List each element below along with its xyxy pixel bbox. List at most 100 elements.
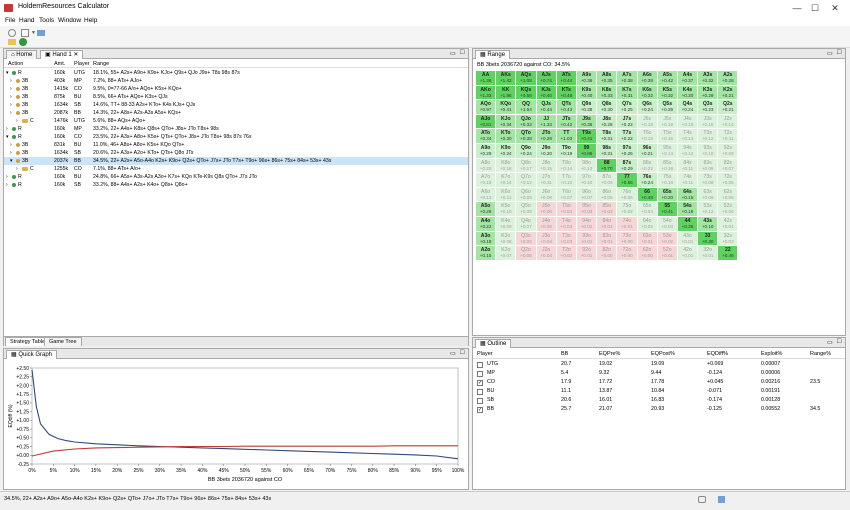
range-cell[interactable]: T8o +0.14 [556, 158, 576, 173]
tab-quick-graph[interactable]: ▦ Quick Graph [6, 350, 58, 359]
range-cell[interactable]: 93o +0.01 [576, 231, 597, 246]
tree-row[interactable]: › 3B 831k BU 11.0%, 46+ A8s+ A8o+ K5s+ KQo Q… [4, 141, 468, 149]
range-cell[interactable]: A9o +0.29 [476, 143, 496, 158]
range-cell[interactable]: 42s +0.04 [718, 216, 738, 231]
range-cell[interactable]: J4s +0.16 [677, 114, 698, 129]
range-cell[interactable]: 73o +0.00 [617, 231, 637, 246]
range-cell[interactable]: KJo +0.34 [496, 114, 516, 129]
notification-icon[interactable] [698, 496, 706, 503]
range-cell[interactable]: K2o +0.07 [496, 246, 516, 260]
range-cell[interactable]: Q9s +0.38 [576, 100, 597, 114]
range-cell[interactable]: A5o +0.26 [476, 202, 496, 216]
range-cell[interactable]: A8o +0.20 [476, 158, 496, 173]
col-bb[interactable]: BB [561, 351, 568, 357]
expand-toggle-icon[interactable]: ▾ [6, 133, 9, 141]
player-checkbox[interactable]: ✓ [477, 406, 483, 413]
close-icon[interactable]: ✕ [828, 2, 842, 14]
range-cell[interactable]: 75s +0.18 [657, 173, 677, 187]
tree-row[interactable]: ▾ R 160k CO 23.5%, 22+ A3s+ A8o+ K5s+ QTs+ Q… [4, 133, 468, 141]
range-cell[interactable]: 75o +0.02 [617, 202, 637, 216]
range-cell[interactable]: T3o +0.03 [556, 231, 576, 246]
range-cell[interactable]: JTs +0.42 [556, 114, 576, 129]
range-cell[interactable]: 82o +0.00 [597, 246, 617, 260]
range-cell[interactable]: QQ +1.64 [516, 100, 536, 114]
open-folder-icon[interactable] [8, 39, 16, 45]
range-cell[interactable]: Q7s +0.25 [617, 100, 637, 114]
range-cell[interactable]: 43o +0.01 [677, 231, 698, 246]
range-cell[interactable]: 94s +0.12 [677, 143, 698, 158]
range-cell[interactable]: Q6s +0.24 [637, 100, 657, 114]
range-cell[interactable]: 62o +0.00 [637, 246, 657, 260]
range-cell[interactable]: 94o +0.02 [576, 216, 597, 231]
expand-toggle-icon[interactable]: › [10, 101, 12, 109]
tree-row[interactable]: ▾ 3B 2037k BB 34.5%, 22+ A2s+ A5o-A4o K2s+ K… [4, 157, 468, 165]
range-cell[interactable]: 86s +0.22 [637, 158, 657, 173]
tree-row[interactable]: ▾ R 160k UTG 18.1%, 55+ A2s+ A9o+ K9s+ KJo+ … [4, 69, 468, 77]
expand-toggle-icon[interactable]: › [6, 125, 8, 133]
expand-toggle-icon[interactable]: › [10, 77, 12, 85]
dropdown-arrow-icon[interactable]: ▼ [31, 30, 36, 36]
range-cell[interactable]: J7s +0.22 [617, 114, 637, 129]
range-cell[interactable]: 93s +0.10 [698, 143, 718, 158]
range-cell[interactable]: 53o +0.02 [657, 231, 677, 246]
range-cell[interactable]: AKo +1.33 [476, 85, 496, 100]
col-eqpre[interactable]: EQPre% [599, 351, 620, 357]
range-cell[interactable]: K8o +0.18 [496, 158, 516, 173]
tree-row[interactable]: › R 160k SB 33.2%, 88+ A4s+ A2s+ K4o+ Q8s+ Q… [4, 181, 468, 189]
range-cell[interactable]: Q5o +0.08 [516, 202, 536, 216]
tree-row[interactable]: › 3B 1415k CO 9.5%, 0=77-66 A/o+ AQo+ K5s+ K… [4, 85, 468, 93]
tab-home[interactable]: ⌂ Home [6, 50, 38, 59]
range-cell[interactable]: AQo +0.97 [476, 100, 496, 114]
range-cell[interactable]: JJ +1.33 [536, 114, 556, 129]
range-cell[interactable]: 54o +0.03 [657, 216, 677, 231]
range-cell[interactable]: KQo +0.41 [496, 100, 516, 114]
range-cell[interactable]: A8s +0.35 [597, 71, 617, 85]
outline-minimize-icon[interactable]: ▭ [827, 339, 833, 346]
range-cell[interactable]: QJo +0.33 [516, 114, 536, 129]
range-cell[interactable]: J3o +0.04 [536, 231, 556, 246]
range-cell[interactable]: 64o +0.02 [637, 216, 657, 231]
minimize-icon[interactable]: — [790, 2, 804, 14]
expand-toggle-icon[interactable]: ▾ [6, 69, 9, 77]
range-cell[interactable]: A3s +0.32 [698, 71, 718, 85]
range-cell[interactable]: QTs +0.43 [556, 100, 576, 114]
range-cell[interactable]: T3s +0.12 [698, 129, 718, 143]
range-cell[interactable]: 44 +0.35 [677, 216, 698, 231]
expand-toggle-icon[interactable]: › [10, 109, 12, 117]
tree-row[interactable]: › 3B 1634k SB 20.6%, 22+ A3s+ A2o+ KTo+ QTs+… [4, 149, 468, 157]
range-cell[interactable]: J8o +0.15 [536, 158, 556, 173]
range-cell[interactable]: 22 +0.46 [718, 246, 738, 260]
range-cell[interactable]: 82s +0.07 [718, 158, 738, 173]
range-cell[interactable]: K5s +0.32 [657, 85, 677, 100]
col-exploit[interactable]: Exploit% [761, 351, 782, 357]
range-cell[interactable]: 76s +0.24 [637, 173, 657, 187]
range-cell[interactable]: Q2s +0.21 [718, 100, 738, 114]
range-cell[interactable]: 54s +0.18 [677, 202, 698, 216]
range-cell[interactable]: K5o +0.10 [496, 202, 516, 216]
range-cell[interactable]: ATs +0.44 [556, 71, 576, 85]
tree-row[interactable]: › 3B 1634k SB 14.6%, TT+ 88-33 A2s+ KTo+ K4s… [4, 101, 468, 109]
range-cell[interactable]: 98s +0.31 [597, 143, 617, 158]
range-cell[interactable]: J5o +0.06 [536, 202, 556, 216]
range-cell[interactable]: Q4o +0.07 [516, 216, 536, 231]
range-cell[interactable]: 77 +0.56 [617, 173, 637, 187]
range-cell[interactable]: 98o +0.13 [576, 158, 597, 173]
range-cell[interactable]: J6s +0.18 [637, 114, 657, 129]
range-cell[interactable]: K9o +0.24 [496, 143, 516, 158]
col-range[interactable]: Range [93, 61, 109, 67]
range-cell[interactable]: 97o +0.10 [576, 173, 597, 187]
range-cell[interactable]: 52s +0.06 [718, 202, 738, 216]
range-cell[interactable]: T5s +0.15 [657, 129, 677, 143]
range-cell[interactable]: A7o +0.16 [476, 173, 496, 187]
range-cell[interactable]: 83o +0.01 [597, 231, 617, 246]
range-cell[interactable]: 83s +0.09 [698, 158, 718, 173]
range-cell[interactable]: K7o +0.14 [496, 173, 516, 187]
tab-outline[interactable]: ▦ Outline [475, 339, 512, 348]
col-eqdiff[interactable]: EQDiff% [707, 351, 728, 357]
range-cell[interactable]: 87o +0.08 [597, 173, 617, 187]
outline-row[interactable]: ✓ CO 17.9 17.72 17.78 +0.045 0.00216 23.5 [473, 378, 845, 387]
range-cell[interactable]: 76o +0.05 [617, 187, 637, 202]
range-cell[interactable]: 72o +0.00 [617, 246, 637, 260]
col-action[interactable]: Action [8, 61, 23, 67]
outline-row[interactable]: SB 20.6 16.01 16.83 -0.174 0.00128 [473, 396, 845, 405]
